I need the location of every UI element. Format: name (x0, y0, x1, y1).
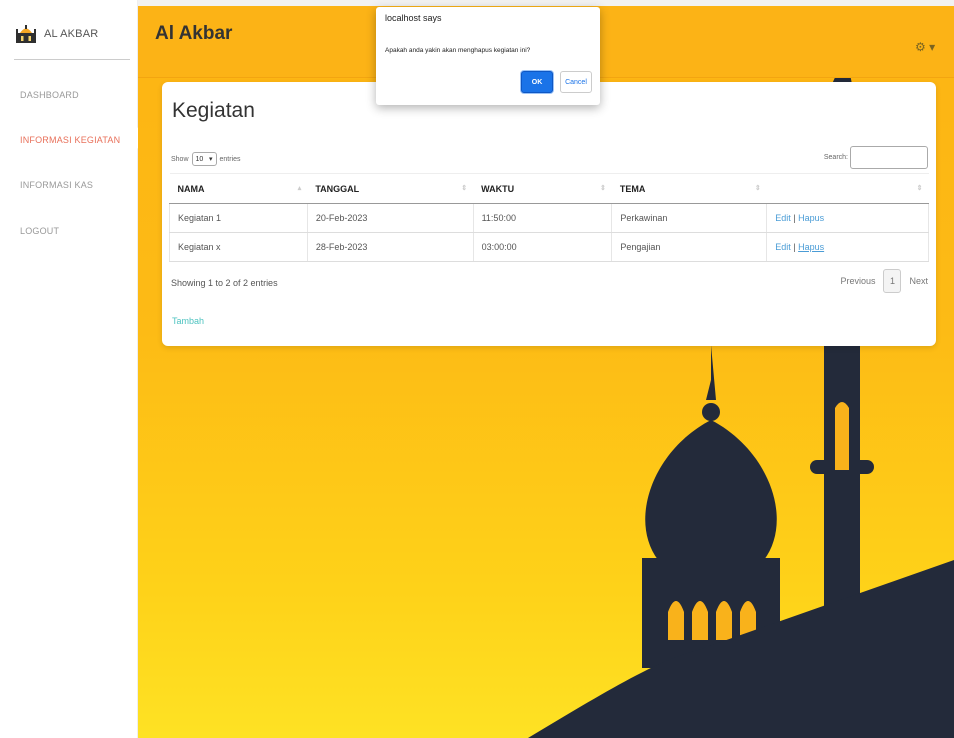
top-strip (138, 0, 954, 6)
cell-tanggal: 28-Feb-2023 (306, 232, 474, 262)
length-suffix: entries (219, 155, 241, 163)
cell-nama: Kegiatan x (169, 232, 308, 262)
length-value: 10 (195, 155, 204, 163)
cell-waktu: 03:00:00 (472, 232, 612, 262)
column-header-nama[interactable]: NAMA ▴ (169, 173, 308, 204)
sort-icon: ⇕ (754, 185, 761, 192)
tambah-link[interactable]: Tambah (172, 316, 204, 326)
page-title: Al Akbar (155, 23, 233, 44)
length-select[interactable]: 10 ▾ (191, 152, 217, 166)
sidebar: AL AKBAR DASHBOARD INFORMASI KEGIATAN IN… (0, 0, 138, 738)
card-title: Kegiatan (172, 99, 255, 122)
cell-tanggal: 20-Feb-2023 (306, 203, 474, 233)
cell-waktu: 11:50:00 (472, 203, 612, 233)
brand[interactable]: AL AKBAR (16, 24, 98, 44)
sidebar-item-dashboard[interactable]: DASHBOARD (20, 90, 79, 100)
next-button[interactable]: Next (909, 276, 928, 286)
confirm-dialog: localhost says Apakah anda yakin akan me… (376, 7, 600, 105)
previous-button[interactable]: Previous (840, 276, 875, 286)
sort-icon: ⇕ (461, 185, 468, 192)
search-input[interactable] (850, 146, 928, 169)
column-header-tema[interactable]: TEMA ⇕ (611, 173, 767, 204)
divider (14, 59, 130, 60)
column-header-tanggal[interactable]: TANGGAL ⇕ (307, 173, 474, 204)
edit-link[interactable]: Edit (775, 213, 791, 223)
cell-actions: Edit | Hapus (766, 203, 929, 233)
cell-tema: Perkawinan (611, 203, 767, 233)
action-separator: | (793, 213, 796, 223)
kegiatan-table: NAMA ▴ TANGGAL ⇕ WAKTU ⇕ TEMA ⇕ ⇕ Kegiatan 1… (169, 173, 929, 262)
ok-button[interactable]: OK (521, 71, 553, 93)
dialog-title: localhost says (385, 13, 442, 23)
hapus-link[interactable]: Hapus (798, 213, 824, 223)
edit-link[interactable]: Edit (775, 242, 791, 252)
table-header-row: NAMA ▴ TANGGAL ⇕ WAKTU ⇕ TEMA ⇕ ⇕ (169, 173, 929, 204)
column-header-actions[interactable]: ⇕ (766, 173, 929, 204)
search-label: Search: (823, 154, 848, 161)
brand-name: AL AKBAR (44, 28, 99, 40)
action-separator: | (793, 242, 796, 252)
sort-icon: ▴ (297, 185, 302, 192)
cell-tema: Pengajian (611, 232, 767, 262)
kegiatan-card: Kegiatan Show 10 ▾ entries Search: NAMA ▴… (162, 82, 936, 346)
search-box: Search: (824, 146, 928, 169)
mosque-logo-icon (16, 25, 36, 43)
pagination: Previous 1 Next (840, 269, 928, 293)
column-header-waktu[interactable]: WAKTU ⇕ (473, 173, 612, 204)
length-prefix: Show (171, 155, 189, 163)
hapus-link[interactable]: Hapus (798, 242, 824, 252)
gear-icon[interactable]: ⚙ ▾ (915, 40, 935, 54)
dialog-message: Apakah anda yakin akan menghapus kegiata… (385, 47, 531, 54)
sidebar-item-logout[interactable]: LOGOUT (20, 226, 59, 236)
chevron-down-icon: ▾ (209, 156, 213, 163)
sidebar-item-informasi-kas[interactable]: INFORMASI KAS (20, 180, 93, 190)
entries-length: Show 10 ▾ entries (171, 152, 241, 166)
table-info: Showing 1 to 2 of 2 entries (171, 278, 278, 288)
table-row: Kegiatan 1 20-Feb-2023 11:50:00 Perkawin… (169, 203, 929, 233)
sort-icon: ⇕ (600, 185, 606, 192)
cancel-button[interactable]: Cancel (560, 71, 592, 93)
sort-icon: ⇕ (916, 185, 923, 192)
cell-nama: Kegiatan 1 (169, 203, 308, 233)
sidebar-item-informasi-kegiatan[interactable]: INFORMASI KEGIATAN (20, 135, 120, 145)
cell-actions: Edit | Hapus (766, 232, 929, 262)
page-button[interactable]: 1 (883, 269, 902, 293)
table-row: Kegiatan x 28-Feb-2023 03:00:00 Pengajia… (169, 232, 929, 262)
